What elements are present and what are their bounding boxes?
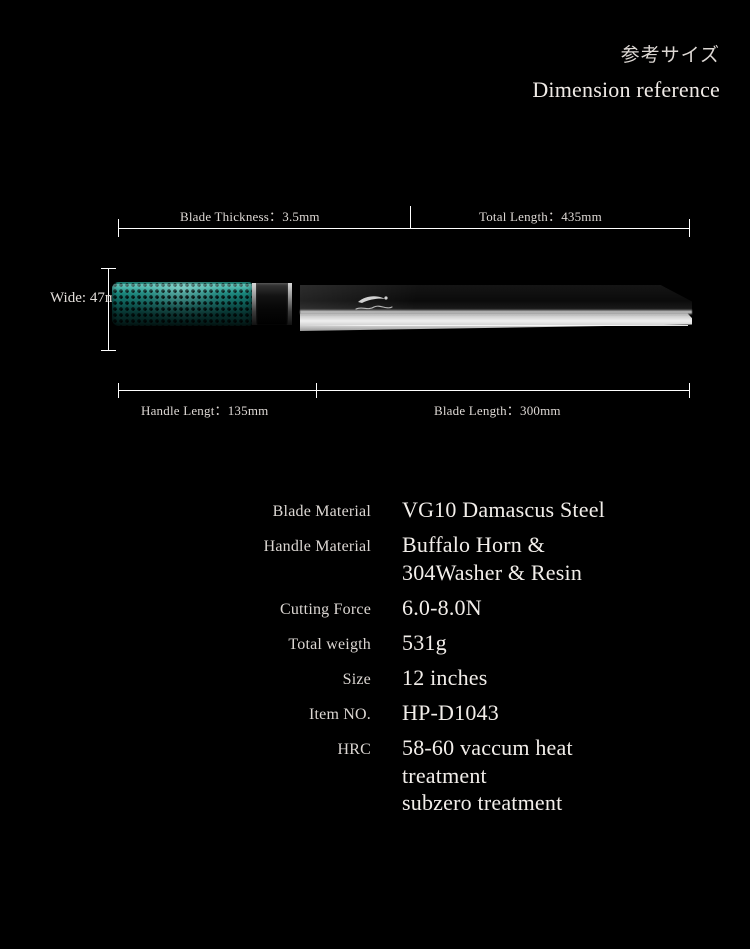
- spec-value-line: 6.0-8.0N: [402, 594, 482, 620]
- table-row: Size 12 inches: [0, 664, 750, 692]
- spec-label-cutting-force: Cutting Force: [279, 600, 371, 618]
- spec-label-item-no: Item NO.: [308, 705, 371, 723]
- spec-value-handle-material: Buffalo Horn & 304Washer & Resin: [402, 531, 582, 587]
- width-label-line-1: Wide:: [50, 290, 87, 306]
- table-row: Cutting Force 6.0-8.0N: [0, 594, 750, 622]
- top-measurement-right-cap: [689, 219, 690, 237]
- spec-label-size: Size: [342, 670, 371, 688]
- bottom-measurement-right-cap: [689, 383, 690, 398]
- spec-value-hrc: 58-60 vaccum heat treatment subzero trea…: [402, 734, 573, 818]
- spec-label-handle-material: Handle Material: [263, 537, 371, 555]
- top-measurement-line: [118, 228, 689, 229]
- handle-mesh-pattern: [112, 282, 252, 326]
- blade-length-label: Blade Length：300mm: [434, 403, 561, 418]
- dimension-diagram: Blade Thickness：3.5mm Total Length：435mm…: [0, 0, 750, 440]
- knife-blade: [300, 285, 692, 331]
- bottom-measurement-line: [118, 390, 689, 391]
- spec-value-line: subzero treatment: [402, 790, 563, 816]
- spec-label-blade-material: Blade Material: [272, 503, 371, 520]
- spec-value-cutting-force: 6.0-8.0N: [402, 594, 482, 622]
- handle-washer-rear: [288, 283, 292, 325]
- bottom-measurement-divider-tick: [316, 383, 317, 398]
- table-row: Item NO. HP-D1043: [0, 699, 750, 727]
- buffalo-horn-ferrule: [256, 283, 288, 325]
- spec-label-total-weight: Total weigth: [288, 635, 371, 653]
- spec-value-line: 304Washer & Resin: [402, 559, 583, 585]
- knife-handle: [112, 282, 252, 326]
- spec-value-blade-material: VG10 Damascus Steel: [402, 496, 605, 524]
- total-length-label: Total Length：435mm: [479, 209, 602, 224]
- spec-value-line: 58-60 vaccum heat: [402, 734, 573, 760]
- spec-value-line: HP-D1043: [402, 699, 499, 725]
- top-measurement-divider-tick: [410, 206, 411, 228]
- table-row: HRC 58-60 vaccum heat treatment subzero …: [0, 734, 750, 818]
- spec-label-hrc: HRC: [337, 740, 371, 758]
- spec-value-line: 531g: [402, 629, 447, 655]
- spec-value-total-weight: 531g: [402, 629, 447, 657]
- table-row: Handle Material Buffalo Horn & 304Washer…: [0, 531, 750, 587]
- bottom-measurement-left-cap: [118, 383, 119, 398]
- spec-value-size: 12 inches: [402, 664, 488, 692]
- spec-value-line: treatment: [402, 762, 487, 788]
- blade-edge-bevel: [300, 324, 689, 326]
- blade-thickness-label: Blade Thickness：3.5mm: [180, 209, 320, 224]
- knife-illustration: [112, 262, 692, 354]
- handle-length-label: Handle Lengt：135mm: [141, 403, 269, 418]
- brand-logo-icon: [355, 296, 393, 310]
- spec-value-line: 12 inches: [402, 664, 488, 690]
- specification-table: Blade Material VG10 Damascus Steel Handl…: [0, 496, 750, 824]
- top-measurement-left-cap: [118, 219, 119, 237]
- table-row: Total weigth 531g: [0, 629, 750, 657]
- spec-value-line: VG10 Damascus Steel: [402, 497, 605, 522]
- spec-value-item-no: HP-D1043: [402, 699, 499, 727]
- width-measurement-line: [108, 268, 109, 350]
- spec-value-line: Buffalo Horn &: [402, 531, 545, 557]
- table-row: Blade Material VG10 Damascus Steel: [0, 496, 750, 524]
